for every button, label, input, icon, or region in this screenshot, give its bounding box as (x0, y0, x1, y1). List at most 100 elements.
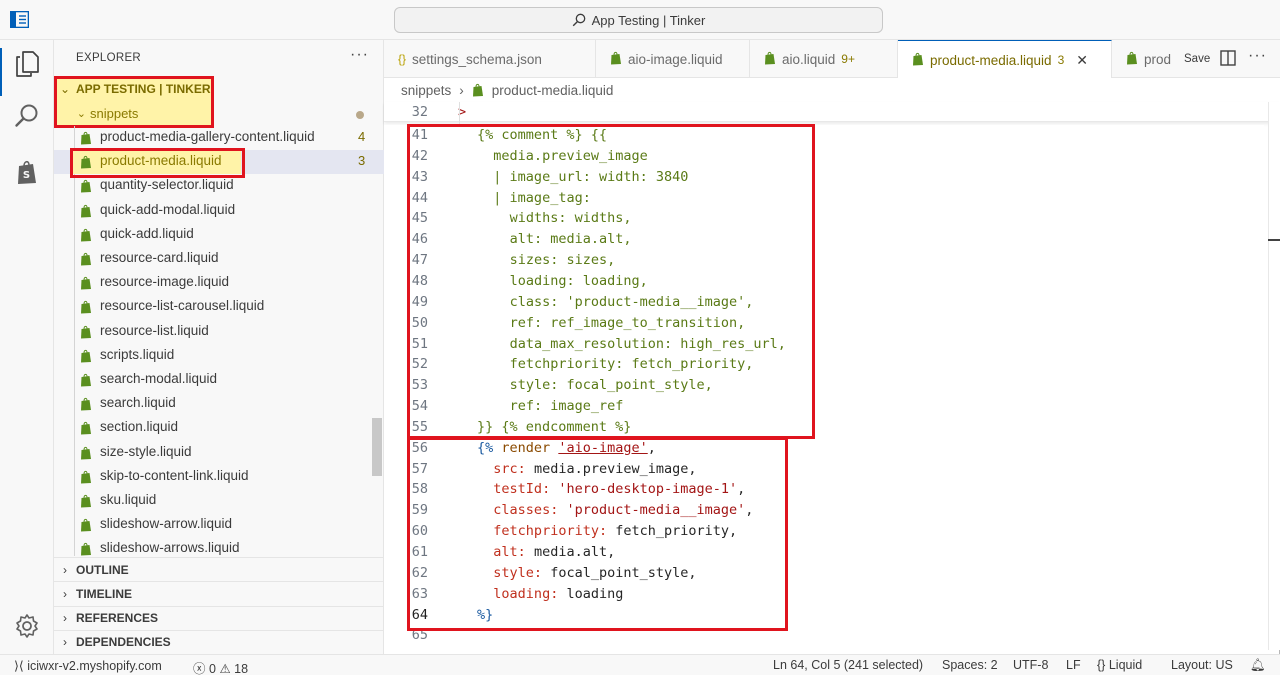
remote-indicator[interactable]: ⟩⟨ iciwxr-v2.myshopify.com (14, 658, 162, 673)
bell-icon[interactable]: 🔔︎ (1250, 658, 1266, 673)
section-references[interactable]: › REFERENCES (54, 605, 384, 630)
save-label[interactable]: Save (1184, 53, 1210, 65)
file-item[interactable]: slideshow-arrow.liquid (54, 513, 384, 537)
encoding[interactable]: UTF-8 (1013, 658, 1048, 672)
line-number: 32 (411, 104, 428, 120)
code-text: widths: widths, (510, 210, 632, 226)
shopify-liquid-file-icon (80, 276, 92, 290)
shopify-bag-icon[interactable]: S (13, 158, 41, 186)
code-line: 55 }} {% endcomment %} (384, 417, 1264, 438)
file-item[interactable]: search.liquid (54, 392, 384, 416)
code-editor[interactable]: 41 {% comment %} {{42 media.preview_image 4… (384, 125, 1264, 650)
code-line: 56 {% render 'aio-image', (384, 438, 1264, 459)
cursor-position[interactable]: Ln 64, Col 5 (241 selected) (773, 658, 923, 672)
file-item[interactable]: resource-list.liquid (54, 320, 384, 344)
file-item[interactable]: search-modal.liquid (54, 368, 384, 392)
file-item[interactable]: quick-add.liquid (54, 223, 384, 247)
breadcrumb-folder[interactable]: snippets (401, 83, 451, 98)
breadcrumb-file[interactable]: product-media.liquid (492, 83, 614, 98)
gear-icon[interactable] (13, 612, 41, 640)
line-number: 60 (411, 523, 428, 540)
folder-snippets[interactable]: ⌄ snippets (54, 102, 384, 124)
section-timeline[interactable]: › TIMELINE (54, 581, 384, 605)
editor-tab[interactable]: prod (1112, 40, 1192, 78)
code-token: | image_url: width: 3840 (493, 168, 689, 185)
editor-tab[interactable]: aio-image.liquid (596, 40, 750, 78)
code-token: ref: ref_image_to_transition, (509, 314, 746, 331)
file-item[interactable]: sku.liquid (54, 489, 384, 513)
code-text: media.preview_image (493, 148, 647, 164)
section-dependencies[interactable]: › DEPENDENCIES (54, 629, 384, 654)
shopify-liquid-file-icon (80, 373, 92, 387)
file-item[interactable]: quick-add-modal.liquid (54, 199, 384, 223)
sidebar-scrollbar-thumb[interactable] (372, 418, 382, 476)
code-line: 58 testId: 'hero-desktop-image-1', (384, 479, 1264, 500)
file-name: resource-list.liquid (100, 322, 209, 338)
shopify-liquid-file-icon (80, 155, 92, 169)
file-item[interactable]: quantity-selector.liquid (54, 174, 384, 198)
close-icon[interactable]: ✕ (1076, 52, 1088, 69)
code-token: sizes: sizes, (509, 252, 616, 269)
file-item[interactable]: section.liquid (54, 416, 384, 440)
file-item[interactable]: resource-list-carousel.liquid (54, 295, 384, 319)
code-token: fetchpriority: fetch_priority, (509, 356, 754, 373)
file-item[interactable]: product-media-gallery-content.liquid 4 (54, 126, 384, 150)
code-line: 57 src: media.preview_image, (384, 459, 1264, 480)
code-token: fetchpriority: (493, 523, 608, 540)
shopify-liquid-file-icon (1126, 51, 1138, 68)
code-line: 45 widths: widths, (384, 208, 1264, 229)
line-number: 49 (411, 293, 428, 310)
section-outline[interactable]: › OUTLINE (54, 557, 384, 581)
editor-more-actions[interactable]: ··· (1248, 47, 1267, 65)
editor-tab[interactable]: {} settings_schema.json (384, 40, 596, 78)
json-braces-icon: {} (398, 52, 407, 66)
file-item[interactable]: resource-card.liquid (54, 247, 384, 271)
line-number: 55 (411, 418, 428, 435)
problem-count-badge: 3 (358, 153, 366, 169)
root-folder-label: APP TESTING | TINKER (76, 82, 211, 96)
code-line: 54 ref: image_ref (384, 396, 1264, 417)
code-line: 63 loading: loading (384, 584, 1264, 605)
code-token: style: (493, 564, 543, 581)
file-item[interactable]: resource-image.liquid (54, 271, 384, 295)
error-icon: ⓧ (193, 662, 206, 675)
code-text: %} (477, 607, 493, 623)
warning-count: 18 (234, 662, 249, 675)
section-label: REFERENCES (76, 611, 159, 626)
code-token: | image_tag: (493, 189, 591, 206)
files-icon[interactable] (13, 50, 41, 78)
code-line: 59 classes: 'product-media__image', (384, 500, 1264, 521)
end-of-line[interactable]: LF (1066, 658, 1081, 672)
command-center-search[interactable]: App Testing | Tinker (394, 7, 883, 33)
indentation[interactable]: Spaces: 2 (942, 658, 998, 672)
search-view-icon[interactable] (13, 102, 41, 130)
problems-indicator[interactable]: ⓧ 0 ⚠ 18 (193, 658, 248, 675)
workspace-root-folder[interactable]: ⌄ APP TESTING | TINKER (54, 78, 384, 100)
status-bar: ⟩⟨ iciwxr-v2.myshopify.com ⓧ 0 ⚠ 18 Ln 6… (0, 654, 1280, 675)
file-item[interactable]: slideshow-arrows.liquid (54, 537, 384, 556)
breadcrumb-separator: › (459, 82, 464, 98)
explorer-more-actions[interactable]: ··· (350, 46, 369, 64)
shopify-liquid-file-icon (80, 446, 92, 460)
code-token: render (501, 439, 551, 456)
file-item[interactable]: scripts.liquid (54, 344, 384, 368)
code-line: 42 media.preview_image (384, 146, 1264, 167)
editor-tab[interactable]: aio.liquid 9+ (750, 40, 898, 78)
layout-sidebar-icon[interactable] (10, 11, 29, 28)
editor-scrollbar[interactable] (1268, 102, 1280, 650)
line-number: 48 (411, 272, 428, 289)
file-item[interactable]: skip-to-content-link.liquid (54, 465, 384, 489)
editor-tab[interactable]: product-media.liquid 3 ✕ (898, 40, 1112, 79)
keyboard-layout[interactable]: Layout: US (1171, 658, 1233, 672)
code-token: }} {% endcomment %} (477, 418, 632, 435)
file-item[interactable]: size-style.liquid (54, 441, 384, 465)
sticky-scroll-line[interactable]: 32 > (384, 102, 1280, 122)
code-text: data_max_resolution: high_res_url, (510, 336, 786, 352)
split-editor-icon[interactable] (1220, 50, 1236, 66)
code-text: testId: 'hero-desktop-image-1', (493, 481, 745, 497)
code-token: 'product-media__image' (566, 502, 746, 519)
file-name: slideshow-arrows.liquid (100, 540, 240, 556)
code-text: ref: image_ref (510, 398, 624, 414)
language-mode[interactable]: {} Liquid (1097, 658, 1142, 672)
file-item[interactable]: product-media.liquid 3 (54, 150, 384, 175)
